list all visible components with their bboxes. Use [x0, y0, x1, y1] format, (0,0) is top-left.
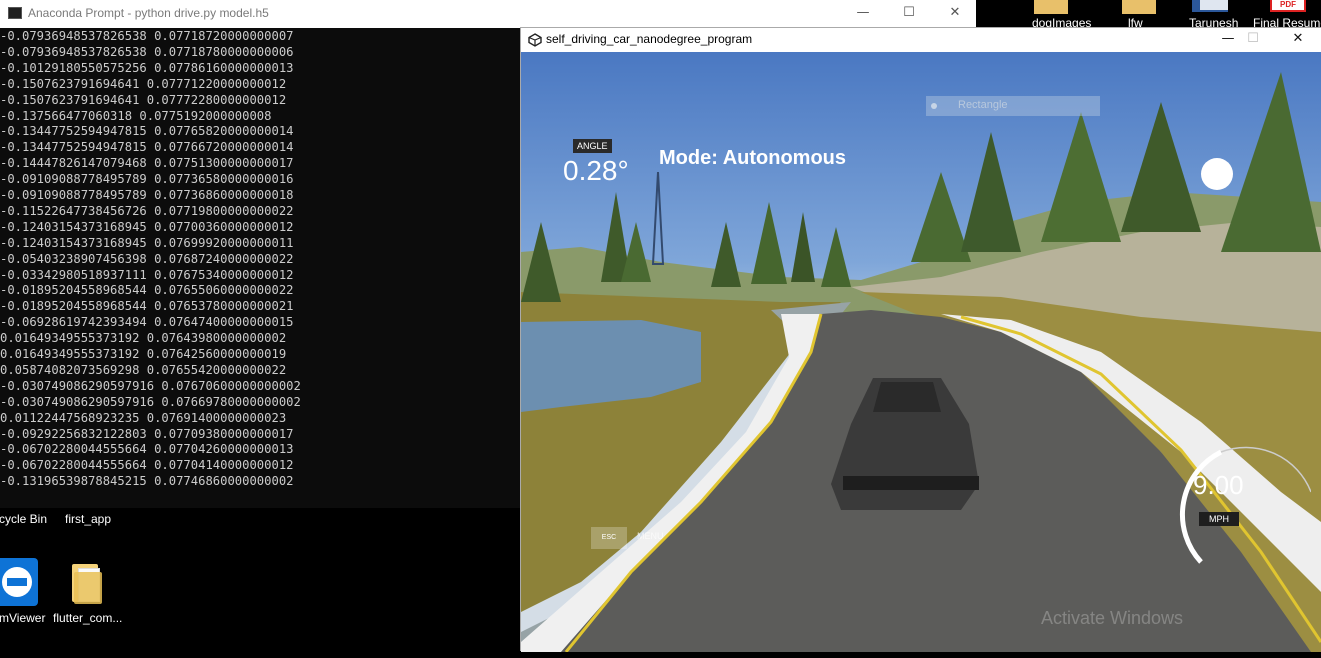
first-app-label[interactable]: first_app — [65, 512, 111, 526]
console-line: 0.05874082073569298 0.07655420000000022 — [0, 362, 287, 377]
console-line: -0.14447826147079468 0.07751300000000017 — [0, 156, 294, 171]
console-line: -0.07936948537826538 0.07718780000000006 — [0, 44, 294, 59]
simulator-window[interactable]: self_driving_car_nanodegree_program — ☐ … — [520, 27, 1321, 652]
lfw-folder-icon[interactable] — [1122, 0, 1156, 14]
simulator-title: self_driving_car_nanodegree_program — [546, 32, 753, 46]
console-line: -0.030749086290597916 0.0766978000000000… — [0, 394, 301, 409]
console-titlebar[interactable]: Anaconda Prompt - python drive.py model.… — [0, 0, 976, 28]
rectangle-overlay: Rectangle — [926, 96, 1100, 116]
simulator-close-button[interactable]: ✕ — [1275, 28, 1321, 52]
game-viewport[interactable]: Rectangle ANGLE 0.28° Mode: Autonomous 9… — [521, 52, 1321, 652]
teamviewer-label[interactable]: mViewer — [0, 611, 45, 625]
menu-button[interactable]: MENU — [637, 531, 664, 541]
speed-value: 9.00 — [1193, 470, 1244, 500]
console-line: -0.09292256832122803 0.07709380000000017 — [0, 426, 294, 441]
console-app-icon — [8, 7, 22, 19]
console-line: -0.13447752594947815 0.07765820000000014 — [0, 124, 294, 139]
console-line: -0.10129180550575256 0.07786160000000013 — [0, 60, 294, 75]
console-line: 0.01122447568923235 0.07691400000000023 — [0, 410, 287, 425]
console-title: Anaconda Prompt - python drive.py model.… — [28, 6, 269, 20]
console-output[interactable]: -0.07936948537826538 0.07718720000000007… — [0, 28, 520, 508]
console-line: -0.07936948537826538 0.07718720000000007 — [0, 29, 294, 43]
folder-icon[interactable] — [72, 564, 104, 604]
console-maximize-button[interactable]: ☐ — [886, 0, 932, 28]
console-line: -0.030749086290597916 0.0767060000000000… — [0, 378, 301, 393]
recycle-bin-label[interactable]: cycle Bin — [0, 512, 47, 526]
console-line: -0.1507623791694641 0.07771220000000012 — [0, 76, 287, 91]
activate-windows-watermark: Activate Windows — [1041, 608, 1184, 628]
console-line: -0.1507623791694641 0.07772280000000012 — [0, 92, 287, 107]
unity-icon — [528, 33, 542, 47]
speedometer-dial — [1179, 446, 1311, 564]
dogimages-folder-icon[interactable] — [1034, 0, 1068, 14]
console-line: -0.09109088778495789 0.07736580000000016 — [0, 172, 294, 187]
console-line: -0.11522647738456726 0.07719800000000022 — [0, 203, 294, 218]
esc-button[interactable]: ESC — [591, 527, 627, 549]
mode-indicator: Mode: Autonomous — [659, 147, 847, 169]
angle-label: ANGLE — [573, 139, 612, 153]
console-line: -0.12403154373168945 0.07700360000000012 — [0, 219, 294, 234]
console-line: -0.06702280044555664 0.07704140000000012 — [0, 458, 294, 473]
word-document-icon[interactable] — [1192, 0, 1228, 12]
console-line: -0.13196539878845215 0.07746860000000002 — [0, 474, 294, 489]
console-line: -0.01895204558968544 0.07655060000000022 — [0, 283, 294, 298]
console-line: -0.05403238907456398 0.07687240000000022 — [0, 251, 294, 266]
simulator-maximize-button[interactable]: ☐ — [1230, 28, 1276, 52]
console-line: -0.13447752594947815 0.07766720000000014 — [0, 140, 294, 155]
sun-icon — [1201, 158, 1233, 190]
desktop: dogImages lfw Tarunesh PDF Final Resume … — [0, 0, 1321, 658]
rectangle-dot-icon — [931, 103, 937, 109]
angle-value: 0.28° — [563, 155, 629, 186]
console-line: -0.12403154373168945 0.07699920000000011 — [0, 235, 294, 250]
console-close-button[interactable]: ✕ — [932, 0, 978, 28]
console-line: -0.06928619742393494 0.07647400000000015 — [0, 315, 294, 330]
simulator-titlebar[interactable]: self_driving_car_nanodegree_program — ☐ … — [521, 28, 1321, 52]
console-line: -0.06702280044555664 0.07704260000000013 — [0, 442, 294, 457]
teamviewer-icon[interactable] — [0, 558, 38, 606]
console-minimize-button[interactable]: — — [840, 0, 886, 28]
console-line: -0.03342980518937111 0.07675340000000012 — [0, 267, 294, 282]
flutter-folder-label[interactable]: flutter_com... — [53, 611, 122, 625]
speed-unit: MPH — [1199, 512, 1239, 526]
console-line: -0.01895204558968544 0.07653780000000021 — [0, 299, 294, 314]
console-line: -0.09109088778495789 0.07736860000000018 — [0, 188, 294, 202]
pdf-icon[interactable]: PDF — [1270, 0, 1306, 12]
console-line: -0.137566477060318 0.0775192000000008 — [0, 108, 272, 123]
console-line: 0.01649349555373192 0.07643980000000002 — [0, 331, 287, 346]
console-line: 0.01649349555373192 0.07642560000000019 — [0, 347, 287, 361]
